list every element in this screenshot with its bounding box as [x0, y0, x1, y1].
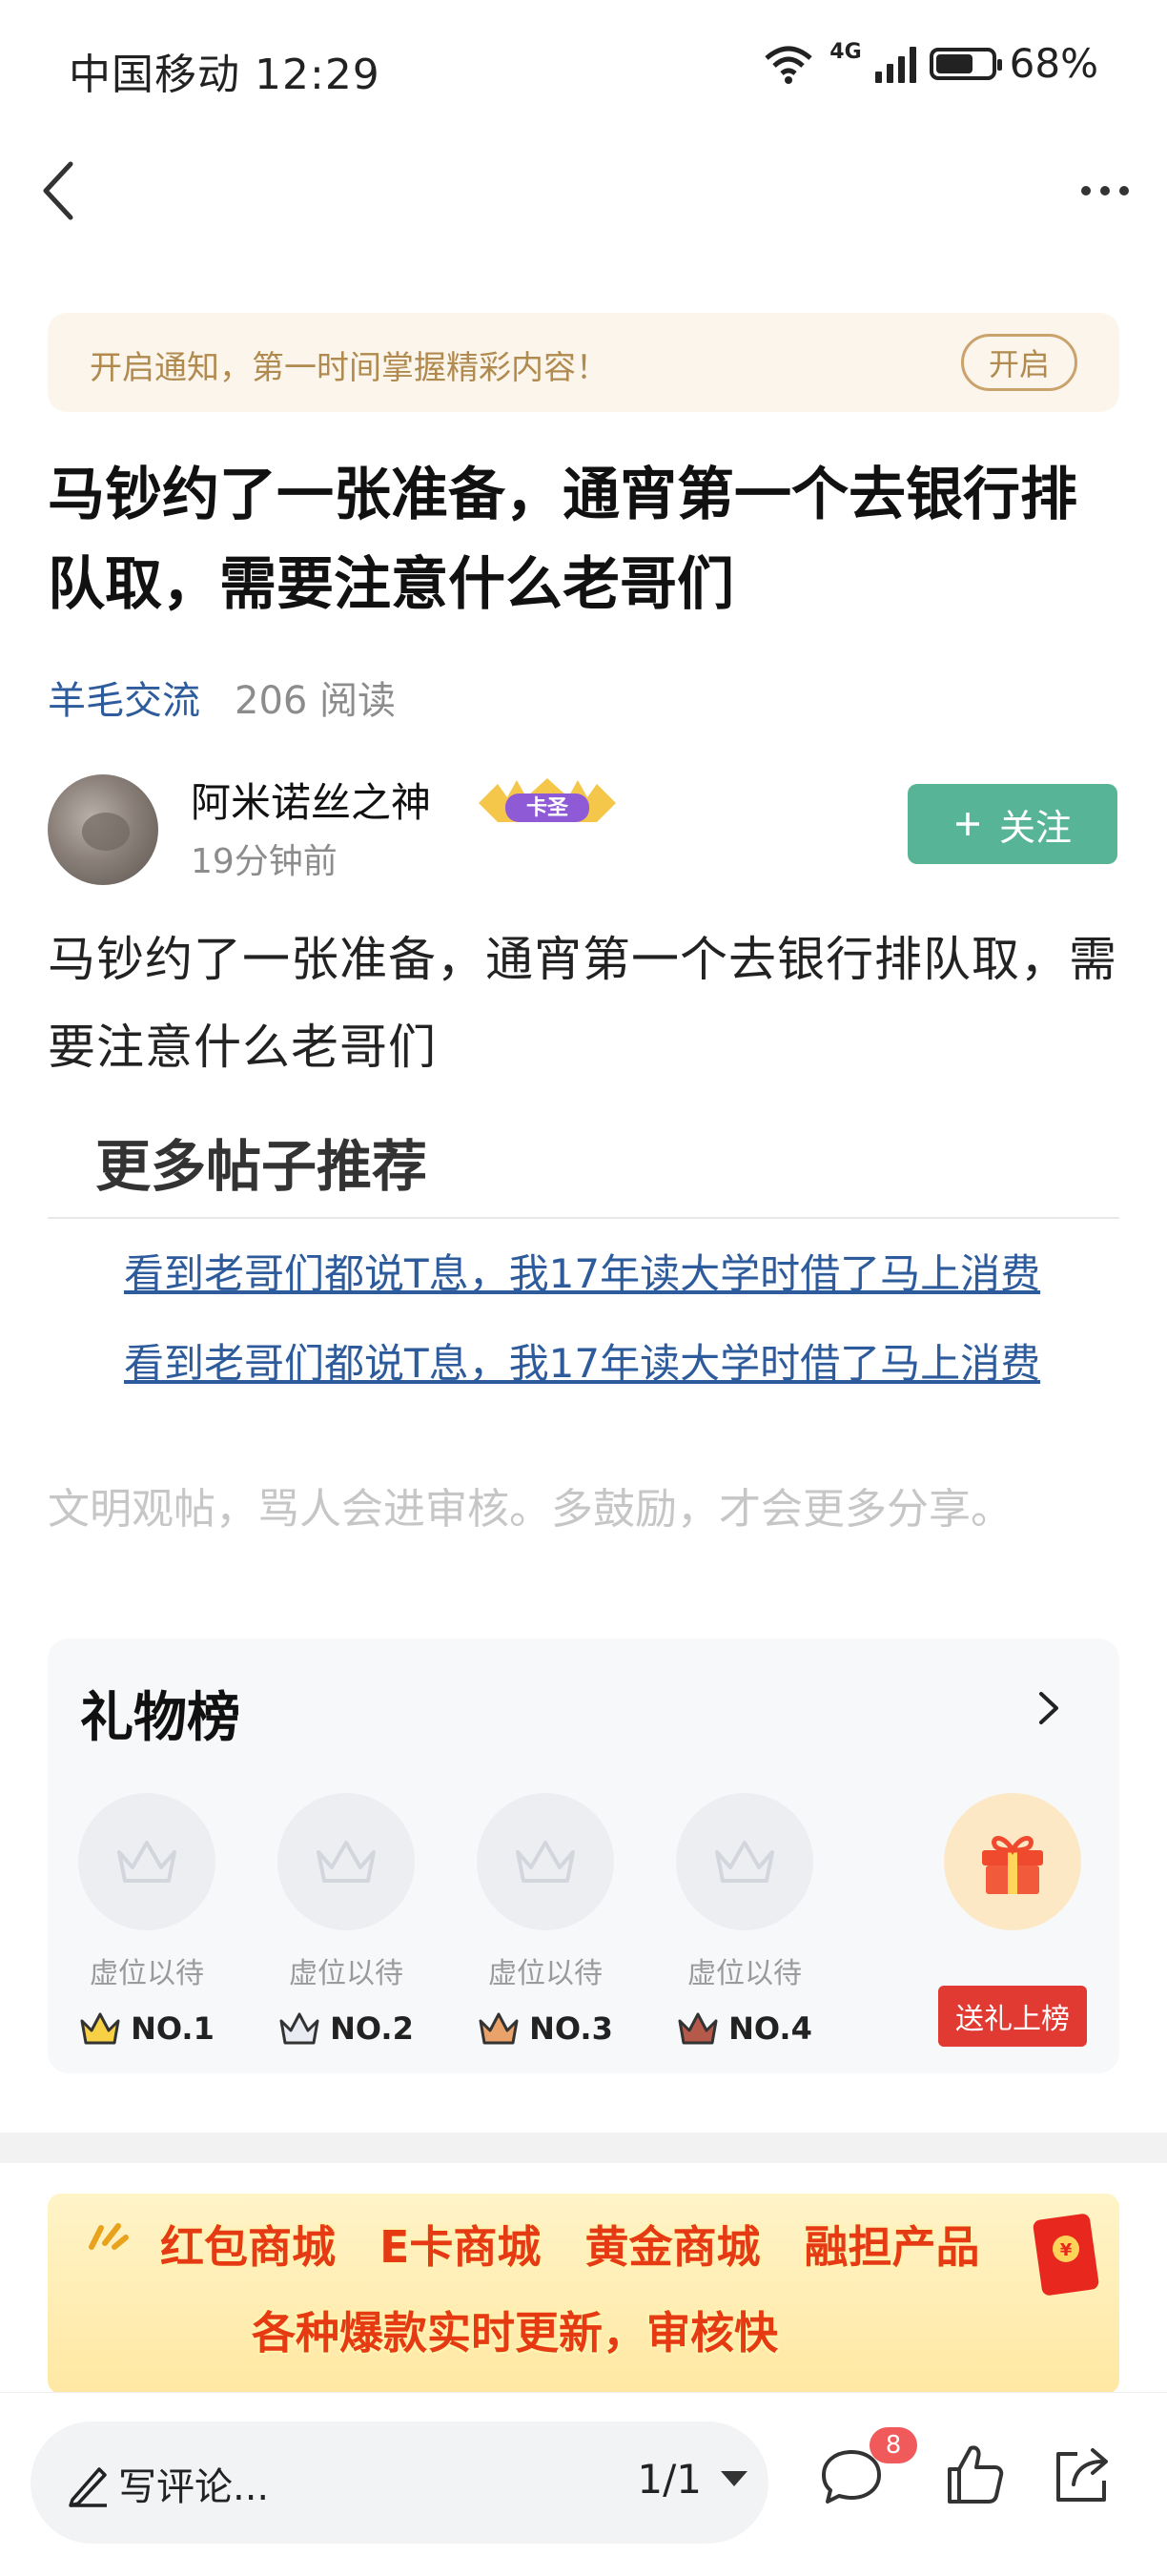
rank-crown-icon [479, 2012, 519, 2045]
rank-crown-icon [678, 2012, 718, 2045]
gift-slot-2: 虚位以待 NO.2 [277, 1793, 415, 2047]
comment-placeholder: 写评论... [118, 2465, 270, 2509]
avatar[interactable] [48, 774, 158, 885]
post-body: 马钞约了一张准备，通宵第一个去银行排队取，需要注意什么老哥们 [48, 932, 1117, 1075]
crown-icon [516, 1841, 575, 1883]
crown-placeholder [277, 1793, 415, 1930]
category-link[interactable]: 羊毛交流 [48, 670, 200, 725]
battery-level [935, 53, 972, 73]
promo-banner[interactable]: 红包商城 E卡商城 黄金商城 融担产品 各种爆款实时更新，审核快 ¥ [48, 2194, 1119, 2394]
slot-label: 虚位以待 [687, 1957, 802, 1990]
comment-count-badge: 8 [870, 2427, 917, 2463]
slot-rank: NO.1 [78, 2010, 215, 2047]
follow-button[interactable]: 关注 [908, 784, 1117, 864]
notice-text: 开启通知，第一时间掌握精彩内容！ [90, 349, 608, 387]
badge-label: 卡圣 [526, 796, 569, 820]
civility-note: 文明观帖，骂人会进审核。多鼓励，才会更多分享。 [48, 1485, 1013, 1534]
crown-placeholder [477, 1793, 614, 1930]
thumbs-up-icon[interactable] [944, 2441, 1005, 2507]
author-name[interactable]: 阿米诺丝之神 [191, 771, 431, 829]
gift-slot-3: 虚位以待 NO.3 [477, 1793, 614, 2047]
back-button[interactable] [21, 153, 97, 229]
recommend-link-2[interactable]: 看到老哥们都说T息，我17年读大学时借了马上消费 [124, 1331, 1058, 1390]
post-time: 19分钟前 [191, 842, 338, 881]
banner-item[interactable]: 红包商城 [160, 2213, 336, 2276]
banner-item[interactable]: 黄金商城 [584, 2213, 760, 2276]
battery-icon [929, 47, 1002, 80]
clock: 12:29 [255, 51, 380, 99]
chevron-right-icon[interactable] [1024, 1684, 1072, 1732]
enable-notification-button[interactable]: 开启 [961, 334, 1077, 391]
sparkle-icon [89, 2223, 129, 2250]
post-meta: 羊毛交流 206 阅读 [48, 670, 396, 725]
signal-icon [874, 45, 916, 83]
gift-button[interactable] [944, 1793, 1081, 1930]
crown-icon [715, 1841, 774, 1883]
bottom-bar: 写评论... 1/1 8 [0, 2392, 1167, 2576]
gift-slot-4: 虚位以待 NO.4 [676, 1793, 813, 2047]
slot-rank: NO.2 [277, 2010, 415, 2047]
battery-percent: 68% [1009, 40, 1098, 87]
banner-item[interactable]: 融担产品 [804, 2213, 979, 2276]
more-button[interactable] [1062, 153, 1148, 229]
crown-icon [117, 1841, 176, 1883]
status-carrier-time: 中国移动 12:29 [69, 40, 380, 101]
recommend-link-1[interactable]: 看到老哥们都说T息，我17年读大学时借了马上消费 [124, 1242, 1058, 1300]
slot-label: 虚位以待 [488, 1957, 603, 1990]
post-title: 马钞约了一张准备，通宵第一个去银行排队取，需要注意什么老哥们 [48, 462, 1077, 618]
banner-slogan: 各种爆款实时更新，审核快 [252, 2307, 778, 2359]
plus-icon [955, 813, 979, 835]
rank-label: NO.3 [529, 2010, 613, 2047]
notification-banner: 开启通知，第一时间掌握精彩内容！ 开启 [48, 313, 1119, 412]
network-type: 4G [829, 40, 862, 64]
wifi-icon [765, 46, 812, 84]
page-indicator[interactable]: 1/1 [637, 2456, 702, 2503]
crown-placeholder [78, 1793, 215, 1930]
gift-slot-1: 虚位以待 NO.1 [78, 1793, 215, 2047]
section-divider [0, 2133, 1167, 2163]
pencil-icon [69, 2467, 107, 2507]
rank-crown-icon [80, 2012, 120, 2045]
crown-placeholder [676, 1793, 813, 1930]
gift-board-title: 礼物榜 [80, 1687, 240, 1749]
gift-icon [982, 1836, 1043, 1894]
caret-down-icon[interactable] [721, 2471, 747, 2486]
status-icons: 4G 68% [761, 40, 1098, 87]
chevron-left-icon [43, 161, 73, 220]
svg-text:¥: ¥ [1060, 2240, 1073, 2260]
recommend-title: 更多帖子推荐 [95, 1134, 428, 1199]
crown-icon [317, 1841, 376, 1883]
status-bar: 中国移动 12:29 4G 68% [0, 0, 1167, 134]
rank-label: NO.2 [330, 2010, 414, 2047]
read-count: 206 阅读 [235, 679, 397, 723]
rank-label: NO.1 [131, 2010, 215, 2047]
gift-board: 礼物榜 虚位以待 NO.1 虚位以待 NO.2 虚位以待 NO.3 虚位以待 N… [48, 1638, 1119, 2073]
slot-rank: NO.3 [477, 2010, 614, 2047]
slot-label: 虚位以待 [90, 1957, 204, 1990]
divider [48, 1217, 1119, 1219]
author-badge: 卡圣 [479, 778, 616, 822]
comment-input[interactable]: 写评论... 1/1 [31, 2421, 768, 2544]
slot-rank: NO.4 [676, 2010, 813, 2047]
rank-label: NO.4 [728, 2010, 812, 2047]
send-gift-button[interactable]: 送礼上榜 [938, 1986, 1087, 2047]
more-dots-icon [1081, 186, 1091, 196]
banner-items: 红包商城 E卡商城 黄金商城 融担产品 [160, 2213, 979, 2276]
carrier: 中国移动 [69, 51, 240, 99]
follow-label: 关注 [998, 806, 1072, 849]
rank-crown-icon [279, 2012, 319, 2045]
slot-label: 虚位以待 [289, 1957, 403, 1990]
share-icon[interactable] [1049, 2441, 1116, 2507]
banner-item[interactable]: E卡商城 [379, 2213, 541, 2276]
red-envelope-icon: ¥ [1033, 2214, 1099, 2296]
